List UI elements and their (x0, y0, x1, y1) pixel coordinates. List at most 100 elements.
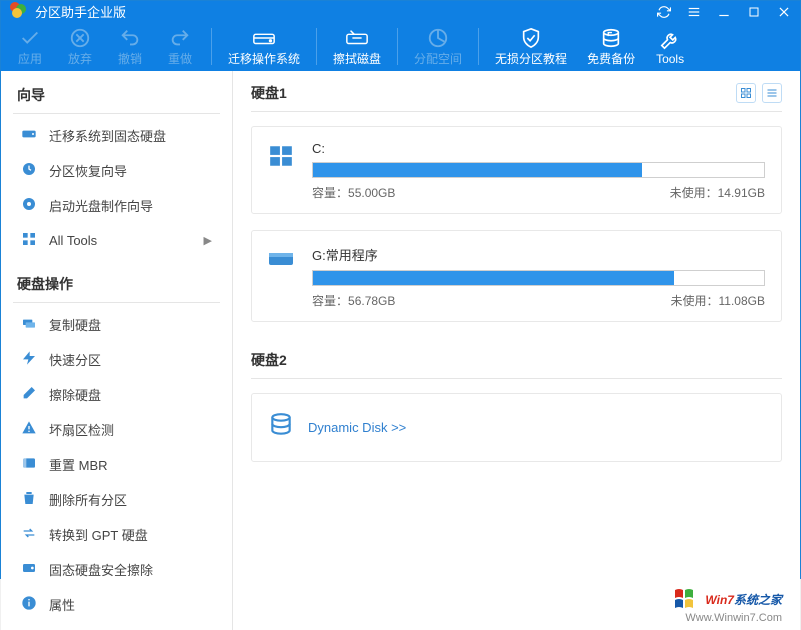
menu-icon[interactable] (686, 4, 702, 20)
pie-icon (427, 26, 449, 50)
sidebar-item-boot-disc[interactable]: 启动光盘制作向导 (1, 188, 232, 223)
sidebar-item-erase-disk[interactable]: 擦除硬盘 (1, 377, 232, 412)
view-grid-icon[interactable] (736, 83, 756, 103)
convert-icon (21, 525, 37, 544)
sidebar-item-convert-gpt[interactable]: 转换到 GPT 硬盘 (1, 517, 232, 552)
drive-icon (21, 126, 37, 145)
redo-icon (169, 26, 191, 50)
minimize-icon[interactable] (716, 4, 732, 20)
sidebar-item-label: 重置 MBR (49, 455, 108, 474)
sidebar-item-delete-all-partitions[interactable]: 删除所有分区 (1, 482, 232, 517)
disk1-label: 硬盘1 (251, 83, 287, 103)
mbr-icon (21, 455, 37, 474)
ssd-erase-icon (21, 560, 37, 579)
sidebar-item-bad-sector-check[interactable]: 坏扇区检测 (1, 412, 232, 447)
toolbar-separator (478, 28, 479, 65)
sidebar-item-label: 快速分区 (49, 350, 101, 369)
backup-icon (600, 26, 622, 50)
app-logo-icon (9, 1, 27, 22)
migrate-os-label: 迁移操作系统 (228, 50, 300, 67)
lossless-tutorial-label: 无损分区教程 (495, 50, 567, 67)
tools-button[interactable]: Tools (645, 22, 695, 71)
partition-title: G:常用程序 (312, 245, 765, 264)
tools-label: Tools (656, 52, 684, 66)
lightning-icon (21, 350, 37, 369)
sidebar-divider (13, 113, 220, 114)
sidebar-item-label: 删除所有分区 (49, 490, 127, 509)
sidebar-item-all-tools[interactable]: All Tools ▶ (1, 223, 232, 258)
undo-label: 撤销 (118, 50, 142, 67)
sidebar-item-rebuild-mbr[interactable]: 重置 MBR (1, 447, 232, 482)
apply-label: 应用 (18, 50, 42, 67)
partition-title: C: (312, 141, 765, 156)
toolbar-separator (316, 28, 317, 65)
sidebar-item-ssd-secure-erase[interactable]: 固态硬盘安全擦除 (1, 552, 232, 587)
wipe-disk-label: 擦拭磁盘 (333, 50, 381, 67)
sidebar-item-copy-disk[interactable]: 复制硬盘 (1, 307, 232, 342)
disk2-label: 硬盘2 (251, 350, 287, 370)
chevron-right-icon: ▶ (204, 234, 212, 247)
sidebar-divider (13, 302, 220, 303)
sidebar-item-label: 转换到 GPT 硬盘 (49, 525, 148, 544)
sidebar-item-label: 属性 (49, 595, 75, 614)
undo-button[interactable]: 撤销 (105, 22, 155, 71)
disk-divider (251, 378, 782, 379)
windows-flag-icon (673, 586, 701, 612)
sidebar-item-label: 迁移系统到固态硬盘 (49, 126, 166, 145)
warning-icon (21, 420, 37, 439)
partition-card[interactable]: C: 容量：55.00GB 未使用：14.91GB (251, 126, 782, 214)
sidebar-item-label: 复制硬盘 (49, 315, 101, 334)
wipe-disk-button[interactable]: 擦拭磁盘 (323, 22, 391, 71)
allocate-space-button[interactable]: 分配空间 (404, 22, 472, 71)
info-icon (21, 595, 37, 614)
close-icon[interactable] (776, 4, 792, 20)
cancel-circle-icon (69, 26, 91, 50)
check-icon (19, 26, 41, 50)
free-backup-label: 免费备份 (587, 50, 635, 67)
disc-icon (21, 196, 37, 215)
partition-usage-bar (312, 270, 765, 286)
drive-migrate-icon (252, 26, 276, 50)
sidebar-item-partition-recovery[interactable]: 分区恢复向导 (1, 153, 232, 188)
watermark: Win7系统之家 Www.Winwin7.Com (673, 586, 782, 624)
sidebar-item-label: 启动光盘制作向导 (49, 196, 153, 215)
wrench-icon (659, 28, 681, 52)
discard-button[interactable]: 放弃 (55, 22, 105, 71)
refresh-icon[interactable] (656, 4, 672, 20)
ops-section-title: 硬盘操作 (1, 268, 232, 302)
dynamic-disk-label: Dynamic Disk >> (308, 420, 406, 435)
redo-button[interactable]: 重做 (155, 22, 205, 71)
discard-label: 放弃 (68, 50, 92, 67)
sidebar-item-migrate-ssd[interactable]: 迁移系统到固态硬盘 (1, 118, 232, 153)
drive-icon (268, 245, 298, 309)
sidebar-item-label: 擦除硬盘 (49, 385, 101, 404)
lossless-tutorial-button[interactable]: 无损分区教程 (485, 22, 577, 71)
sidebar-item-label: 坏扇区检测 (49, 420, 114, 439)
toolbar-separator (397, 28, 398, 65)
partition-capacity: 容量：55.00GB (312, 184, 395, 201)
drive-wipe-icon (345, 26, 369, 50)
sidebar-item-label: 分区恢复向导 (49, 161, 127, 180)
wizard-section-title: 向导 (1, 79, 232, 113)
partition-unused: 未使用：14.91GB (670, 184, 765, 201)
maximize-icon[interactable] (746, 4, 762, 20)
dynamic-disk-card[interactable]: Dynamic Disk >> (251, 393, 782, 462)
app-title: 分区助手企业版 (35, 2, 656, 21)
redo-label: 重做 (168, 50, 192, 67)
sidebar-item-label: All Tools (49, 233, 97, 248)
sidebar-item-quick-partition[interactable]: 快速分区 (1, 342, 232, 377)
allocate-space-label: 分配空间 (414, 50, 462, 67)
apply-button[interactable]: 应用 (5, 22, 55, 71)
toolbar-separator (211, 28, 212, 65)
grid-icon (21, 231, 37, 250)
shield-icon (520, 26, 542, 50)
sidebar-item-properties[interactable]: 属性 (1, 587, 232, 622)
eraser-icon (21, 385, 37, 404)
migrate-os-button[interactable]: 迁移操作系统 (218, 22, 310, 71)
partition-card[interactable]: G:常用程序 容量：56.78GB 未使用：11.08GB (251, 230, 782, 322)
free-backup-button[interactable]: 免费备份 (577, 22, 645, 71)
database-icon (268, 412, 294, 443)
trash-icon (21, 490, 37, 509)
partition-usage-bar (312, 162, 765, 178)
view-list-icon[interactable] (762, 83, 782, 103)
